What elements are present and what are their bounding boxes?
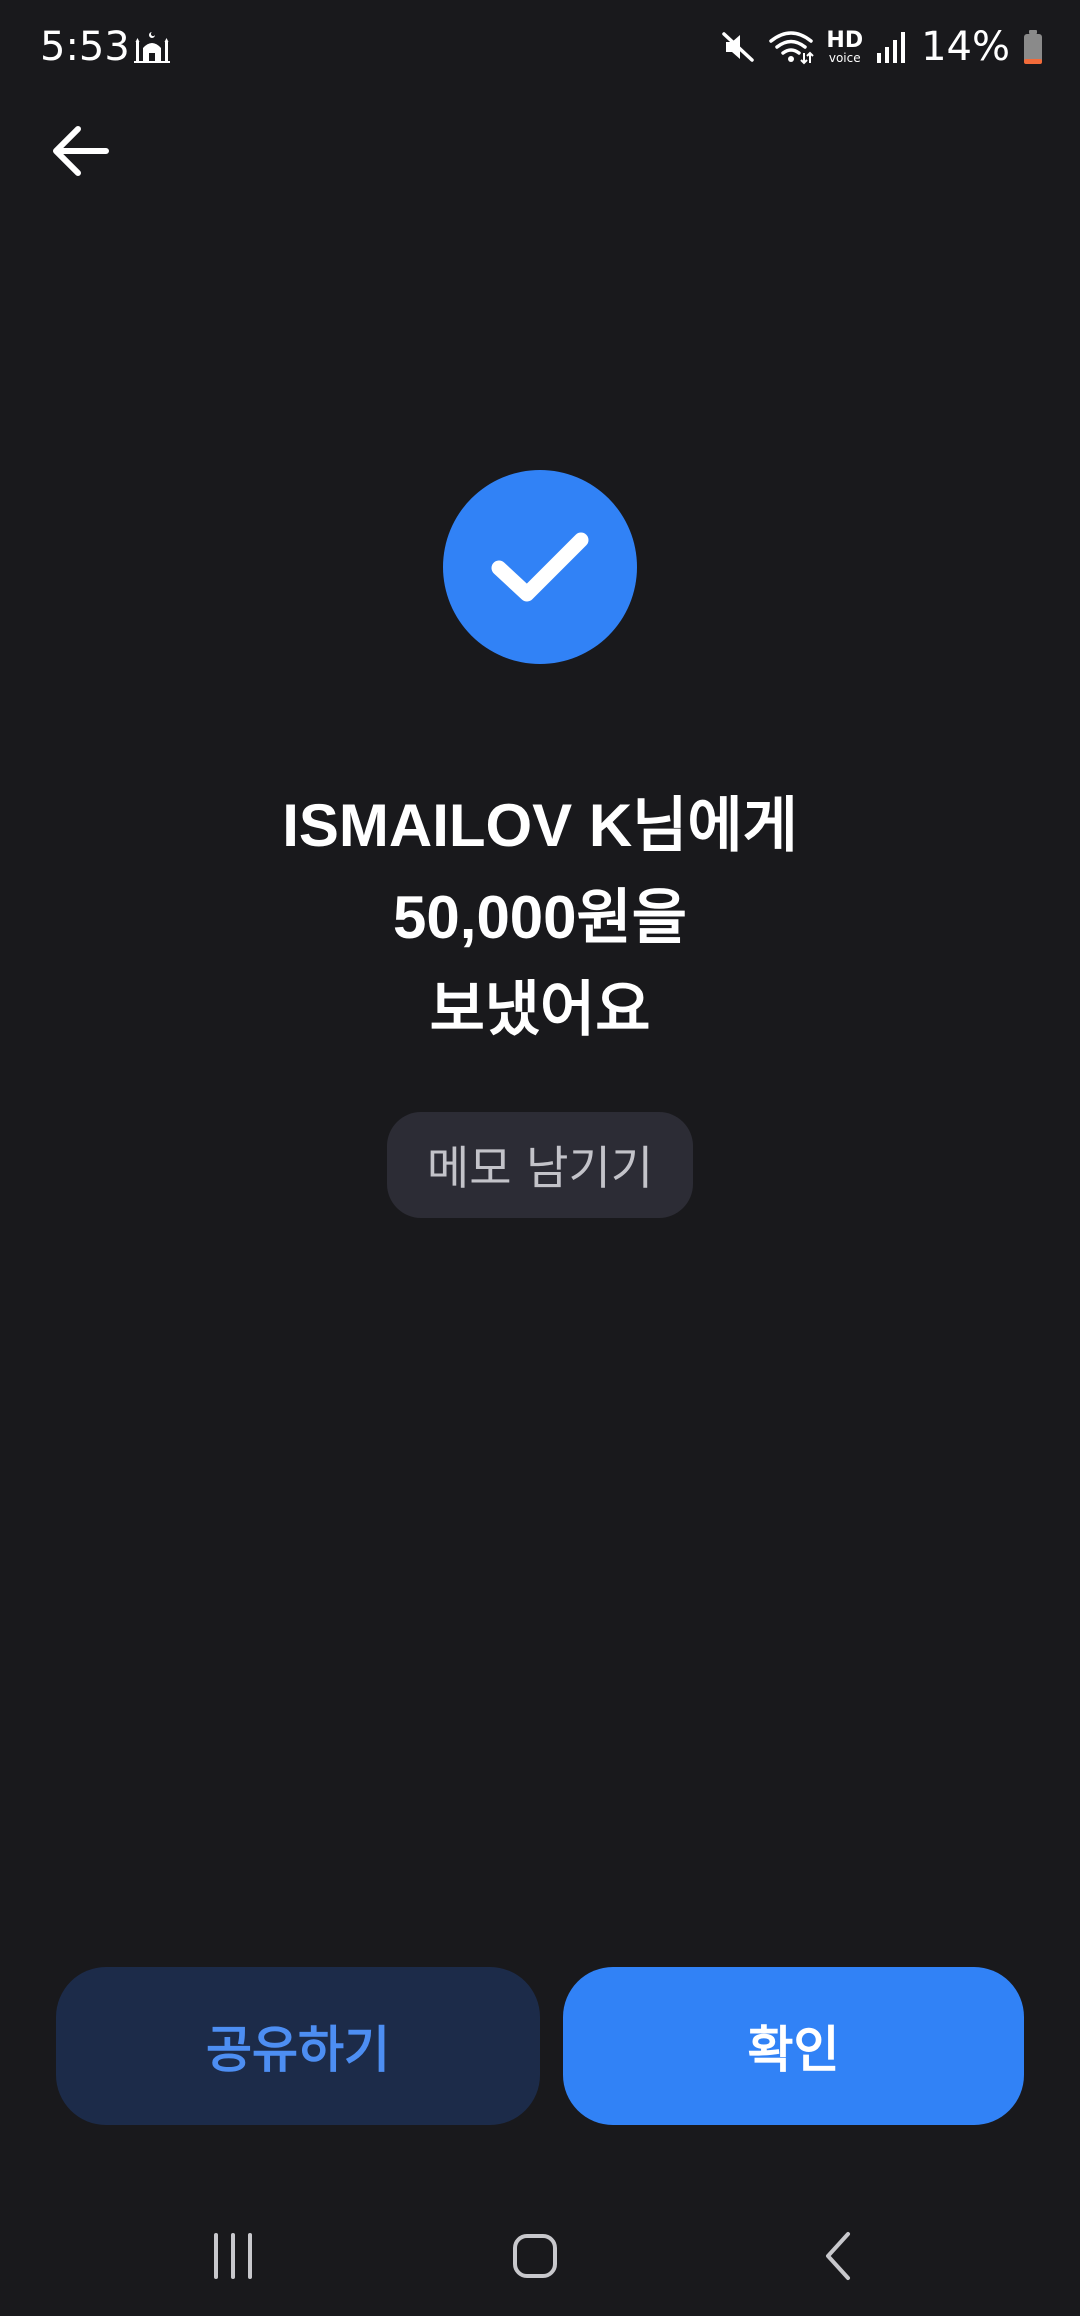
status-bar: 5:53 HD voice 14% xyxy=(0,0,1080,96)
confirm-button[interactable]: 확인 xyxy=(563,1967,1024,2125)
hd-voice-icon: HD voice xyxy=(826,28,864,65)
home-icon[interactable] xyxy=(495,2216,575,2296)
back-arrow-icon xyxy=(53,125,109,176)
status-icons: HD voice 14% xyxy=(720,22,1044,72)
wifi-icon xyxy=(768,27,815,67)
leave-memo-button[interactable]: 메모 남기기 xyxy=(387,1112,693,1218)
signal-icon xyxy=(875,29,909,65)
back-icon[interactable] xyxy=(798,2216,878,2296)
recipient-line: ISMAILOV K님에게 xyxy=(282,792,798,859)
back-button[interactable] xyxy=(40,111,120,191)
transfer-complete-screen: 5:53 HD voice 14% ISMAILOV K님에게 50,000원을… xyxy=(0,0,1080,2316)
recents-icon[interactable] xyxy=(193,2216,273,2296)
status-time: 5:53 xyxy=(40,24,130,70)
voice-label: voice xyxy=(828,51,861,65)
share-button[interactable]: 공유하기 xyxy=(56,1967,540,2125)
battery-icon xyxy=(1022,29,1044,65)
transfer-message: ISMAILOV K님에게 50,000원을 보냈어요 xyxy=(0,780,1080,1056)
battery-percent: 14% xyxy=(921,24,1010,70)
sent-line: 보냈어요 xyxy=(429,976,651,1043)
checkmark-icon xyxy=(491,532,589,602)
mosque-icon xyxy=(132,26,172,66)
navigation-bar xyxy=(0,2196,1080,2316)
hd-label: HD xyxy=(826,28,864,53)
mute-icon xyxy=(720,29,756,65)
amount-line: 50,000원을 xyxy=(393,884,687,951)
check-circle-icon xyxy=(443,470,637,664)
